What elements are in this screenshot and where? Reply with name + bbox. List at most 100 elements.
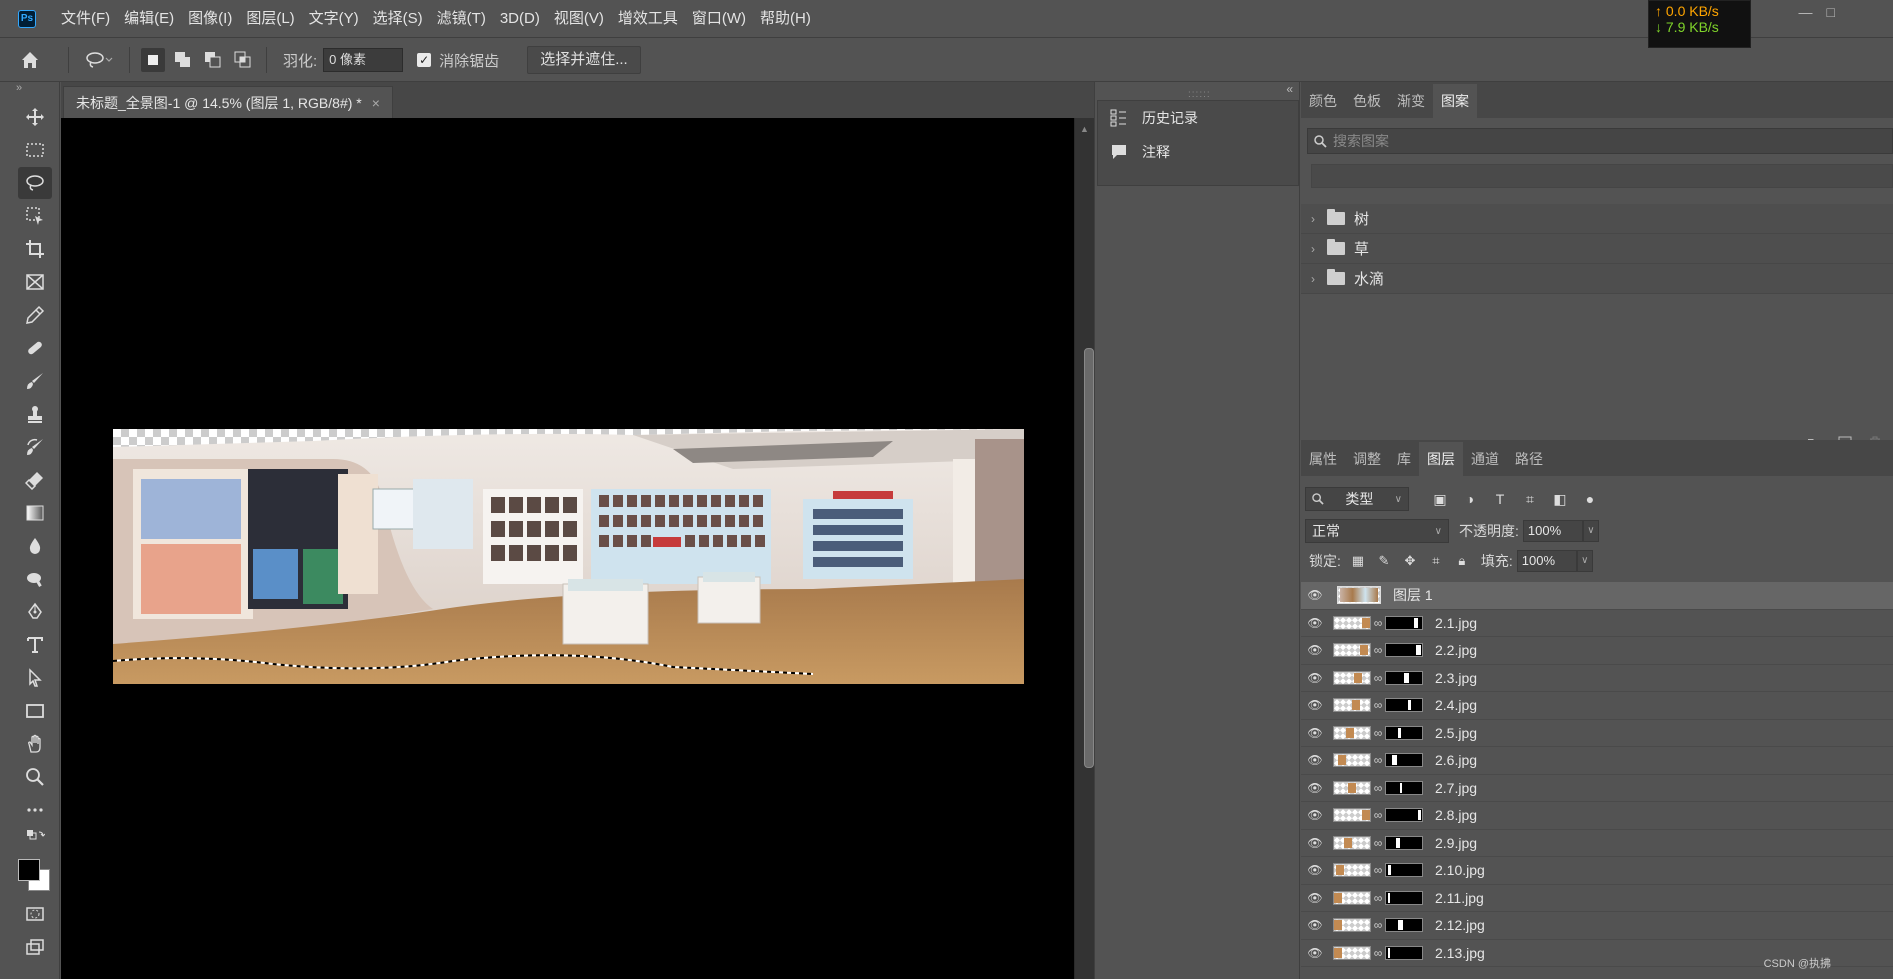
new-selection-button[interactable] bbox=[141, 48, 165, 72]
tab-patterns[interactable]: 图案 bbox=[1433, 84, 1477, 118]
toolbar-collapse-grip[interactable]: » bbox=[10, 82, 59, 100]
link-icon[interactable]: ∞ bbox=[1371, 891, 1385, 905]
layer-mask-thumbnail[interactable] bbox=[1385, 780, 1423, 795]
layer-row[interactable]: 👁︎ ∞ 2.9.jpg bbox=[1301, 829, 1893, 857]
zoom-tool[interactable] bbox=[18, 761, 52, 793]
layer-name[interactable]: 2.2.jpg bbox=[1435, 642, 1477, 658]
layer-row[interactable]: 👁︎ ∞ 2.3.jpg bbox=[1301, 664, 1893, 692]
type-layer-filter-icon[interactable]: T bbox=[1491, 490, 1509, 508]
adjustment-layer-filter-icon[interactable]: ◑ bbox=[1461, 490, 1479, 508]
eye-icon[interactable]: 👁︎ bbox=[1301, 836, 1329, 850]
link-icon[interactable]: ∞ bbox=[1371, 671, 1385, 685]
opacity-input[interactable]: 100% bbox=[1522, 520, 1583, 542]
link-icon[interactable]: ∞ bbox=[1371, 863, 1385, 877]
type-tool[interactable] bbox=[18, 629, 52, 661]
opacity-slider-toggle[interactable]: ∨ bbox=[1582, 520, 1599, 542]
rectangle-tool[interactable] bbox=[18, 695, 52, 727]
shape-layer-filter-icon[interactable]: ⌗ bbox=[1521, 490, 1539, 508]
layer-name[interactable]: 2.1.jpg bbox=[1435, 615, 1477, 631]
pen-tool[interactable] bbox=[18, 596, 52, 628]
fill-slider-toggle[interactable]: ∨ bbox=[1576, 550, 1593, 572]
layer-name[interactable]: 2.11.jpg bbox=[1435, 890, 1484, 906]
chevron-right-icon[interactable]: › bbox=[1311, 272, 1323, 286]
chevron-right-icon[interactable]: › bbox=[1311, 212, 1323, 226]
brush-tool[interactable] bbox=[18, 365, 52, 397]
menu-item-plugins[interactable]: 增效工具 bbox=[611, 0, 685, 38]
smart-object-filter-icon[interactable]: ◧ bbox=[1551, 490, 1569, 508]
layer-mask-thumbnail[interactable] bbox=[1385, 890, 1423, 905]
link-icon[interactable]: ∞ bbox=[1371, 643, 1385, 657]
eye-icon[interactable]: 👁︎ bbox=[1301, 808, 1329, 822]
notes-panel-button[interactable]: 注释 bbox=[1098, 135, 1298, 169]
close-tab-icon[interactable]: × bbox=[372, 95, 380, 111]
history-panel-button[interactable]: 历史记录 bbox=[1098, 101, 1298, 135]
menu-item-help[interactable]: 帮助(H) bbox=[753, 0, 818, 38]
crop-tool[interactable] bbox=[18, 233, 52, 265]
pattern-group[interactable]: › 草 bbox=[1301, 234, 1893, 264]
pattern-group[interactable]: › 水滴 bbox=[1301, 264, 1893, 294]
blend-mode-dropdown[interactable]: 正常 ∨ bbox=[1305, 519, 1449, 543]
clone-stamp-tool[interactable] bbox=[18, 398, 52, 430]
menu-item-edit[interactable]: 编辑(E) bbox=[117, 0, 181, 38]
tab-adjustments[interactable]: 调整 bbox=[1345, 442, 1389, 476]
lock-image-pixels-icon[interactable]: ✎ bbox=[1375, 552, 1393, 570]
scroll-up-icon[interactable]: ▲ bbox=[1080, 124, 1089, 134]
document-canvas[interactable] bbox=[61, 118, 1074, 979]
menu-item-image[interactable]: 图像(I) bbox=[181, 0, 239, 38]
eyedropper-tool[interactable] bbox=[18, 299, 52, 331]
antialias-checkbox[interactable]: ✓ bbox=[417, 53, 432, 67]
layer-row[interactable]: 👁︎ ∞ 2.11.jpg bbox=[1301, 884, 1893, 912]
link-icon[interactable]: ∞ bbox=[1371, 836, 1385, 850]
tab-gradients[interactable]: 渐变 bbox=[1389, 84, 1433, 118]
pattern-search-input[interactable]: 搜索图案 bbox=[1307, 128, 1893, 154]
minimize-icon[interactable]: — bbox=[1799, 4, 1813, 20]
layer-mask-thumbnail[interactable] bbox=[1385, 725, 1423, 740]
layer-mask-thumbnail[interactable] bbox=[1385, 670, 1423, 685]
layer-name[interactable]: 2.7.jpg bbox=[1435, 780, 1477, 796]
layer-mask-thumbnail[interactable] bbox=[1385, 808, 1423, 823]
subtract-from-selection-button[interactable] bbox=[201, 48, 225, 72]
path-selection-tool[interactable] bbox=[18, 662, 52, 694]
tab-layers[interactable]: 图层 bbox=[1419, 442, 1463, 476]
layer-row[interactable]: 👁︎ 图层 1 bbox=[1301, 582, 1893, 610]
pixel-layer-filter-icon[interactable]: ▣ bbox=[1431, 490, 1449, 508]
tab-color[interactable]: 颜色 bbox=[1301, 84, 1345, 118]
menu-item-file[interactable]: 文件(F) bbox=[54, 0, 117, 38]
layer-row[interactable]: 👁︎ ∞ 2.12.jpg bbox=[1301, 912, 1893, 940]
layer-kind-filter[interactable]: 类型 ∨ bbox=[1305, 487, 1409, 511]
link-icon[interactable]: ∞ bbox=[1371, 616, 1385, 630]
screen-mode-button[interactable] bbox=[18, 931, 52, 963]
eye-icon[interactable]: 👁︎ bbox=[1301, 698, 1329, 712]
tab-libraries[interactable]: 库 bbox=[1389, 442, 1419, 476]
eye-icon[interactable]: 👁︎ bbox=[1301, 946, 1329, 960]
marquee-tool[interactable] bbox=[18, 134, 52, 166]
layer-row[interactable]: 👁︎ ∞ 2.5.jpg bbox=[1301, 719, 1893, 747]
canvas-vertical-scrollbar[interactable]: ▲ bbox=[1074, 118, 1094, 979]
color-swap-controls[interactable] bbox=[18, 827, 52, 849]
menu-item-select[interactable]: 选择(S) bbox=[366, 0, 430, 38]
lock-artboard-icon[interactable]: ⌗ bbox=[1427, 552, 1445, 570]
layer-row[interactable]: 👁︎ ∞ 2.1.jpg bbox=[1301, 609, 1893, 637]
hand-tool[interactable] bbox=[18, 728, 52, 760]
link-icon[interactable]: ∞ bbox=[1371, 808, 1385, 822]
frame-tool[interactable] bbox=[18, 266, 52, 298]
add-to-selection-button[interactable] bbox=[171, 48, 195, 72]
eye-icon[interactable]: 👁︎ bbox=[1301, 918, 1329, 932]
lock-position-icon[interactable]: ✥ bbox=[1401, 552, 1419, 570]
lock-transparent-pixels-icon[interactable]: ▦ bbox=[1349, 552, 1367, 570]
select-and-mask-button[interactable]: 选择并遮住... bbox=[527, 46, 641, 74]
panel-grip[interactable]: :::::: bbox=[1188, 89, 1211, 100]
layer-row[interactable]: 👁︎ ∞ 2.4.jpg bbox=[1301, 692, 1893, 720]
object-selection-tool[interactable] bbox=[18, 200, 52, 232]
document-tab[interactable]: 未标题_全景图-1 @ 14.5% (图层 1, RGB/8#) * × bbox=[63, 86, 393, 118]
collapse-panels-icon[interactable]: « bbox=[1286, 82, 1293, 96]
link-icon[interactable]: ∞ bbox=[1371, 753, 1385, 767]
healing-brush-tool[interactable] bbox=[18, 332, 52, 364]
quick-mask-button[interactable] bbox=[18, 898, 52, 930]
layer-name[interactable]: 2.13.jpg bbox=[1435, 945, 1485, 961]
maximize-icon[interactable]: □ bbox=[1827, 4, 1835, 20]
move-tool[interactable] bbox=[18, 101, 52, 133]
menu-item-window[interactable]: 窗口(W) bbox=[685, 0, 753, 38]
menu-item-layer[interactable]: 图层(L) bbox=[239, 0, 301, 38]
lock-all-icon[interactable]: 🔒︎ bbox=[1453, 552, 1471, 570]
